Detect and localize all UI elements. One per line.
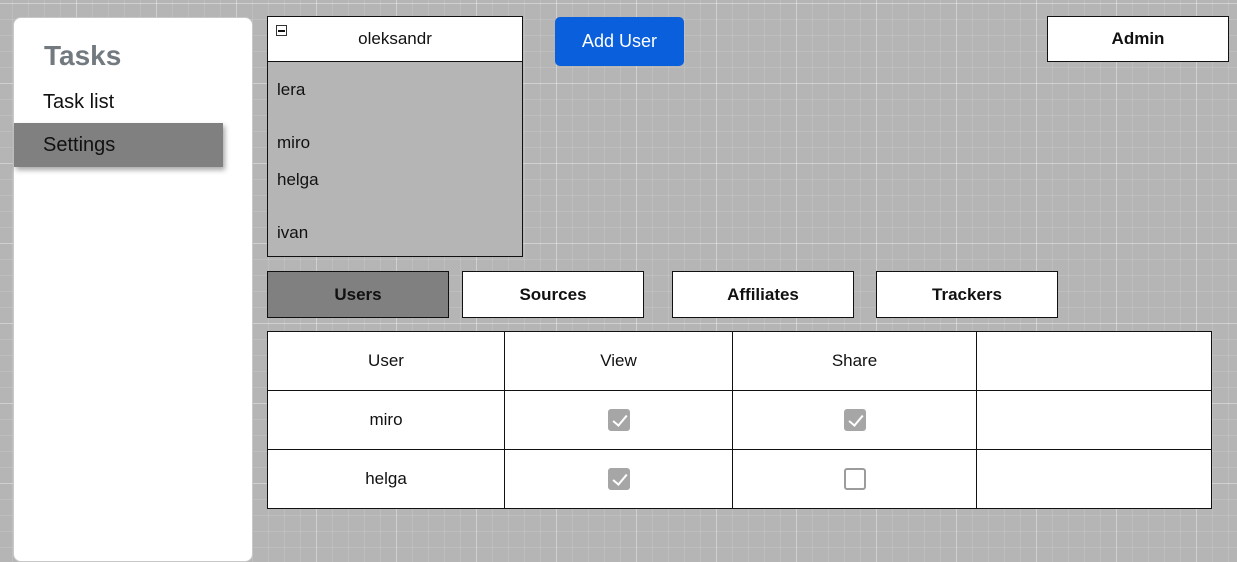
row-user-cell: helga — [267, 449, 505, 509]
permissions-table: User View Share miro helga — [267, 331, 1212, 509]
tab-affiliates[interactable]: Affiliates — [672, 271, 854, 318]
user-list-item-lera[interactable]: lera — [277, 80, 305, 100]
empty-cell — [976, 390, 1212, 450]
share-checkbox[interactable] — [843, 409, 866, 431]
sidebar: Tasks Task list Settings — [13, 17, 253, 562]
share-cell — [732, 449, 977, 509]
table-row: helga — [267, 449, 1212, 509]
header-empty — [976, 331, 1212, 391]
user-list-item-helga[interactable]: helga — [277, 170, 319, 190]
sidebar-item-task-list[interactable]: Task list — [14, 80, 223, 124]
user-list-item-miro[interactable]: miro — [277, 133, 310, 153]
view-checkbox[interactable] — [607, 468, 630, 490]
tab-users[interactable]: Users — [267, 271, 449, 318]
tab-sources[interactable]: Sources — [462, 271, 644, 318]
row-user-cell: miro — [267, 390, 505, 450]
tab-trackers[interactable]: Trackers — [876, 271, 1058, 318]
selected-user-title[interactable]: oleksandr — [268, 29, 522, 49]
view-cell — [504, 390, 733, 450]
share-cell — [732, 390, 977, 450]
empty-cell — [976, 449, 1212, 509]
share-checkbox[interactable] — [843, 468, 866, 490]
view-cell — [504, 449, 733, 509]
add-user-button[interactable]: Add User — [555, 17, 684, 66]
sidebar-item-settings[interactable]: Settings — [14, 123, 223, 167]
view-checkbox[interactable] — [607, 409, 630, 431]
admin-button[interactable]: Admin — [1047, 16, 1229, 62]
table-header-row: User View Share — [267, 331, 1212, 391]
table-row: miro — [267, 390, 1212, 450]
sidebar-title: Tasks — [44, 40, 122, 71]
header-share: Share — [732, 331, 977, 391]
header-view: View — [504, 331, 733, 391]
user-list-item-ivan[interactable]: ivan — [277, 223, 308, 243]
user-list-panel: oleksandr lera miro helga ivan — [267, 16, 523, 257]
user-panel-header: oleksandr — [268, 17, 522, 62]
header-user: User — [267, 331, 505, 391]
